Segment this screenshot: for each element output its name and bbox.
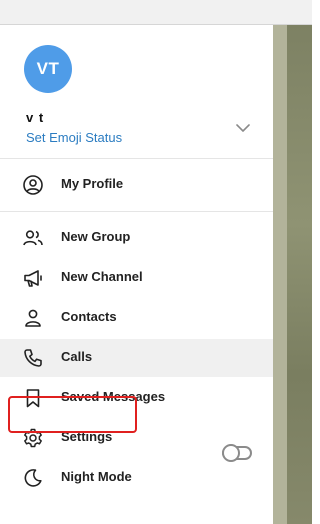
megaphone-icon (22, 267, 44, 289)
phone-icon (22, 347, 44, 369)
menu-item-night-mode[interactable]: Night Mode (0, 459, 273, 497)
group-icon (22, 227, 44, 249)
menu-item-new-group[interactable]: New Group (0, 219, 273, 257)
menu-item-label: Night Mode (61, 469, 132, 484)
menu-item-label: Contacts (61, 309, 117, 324)
toggle-knob (222, 444, 240, 462)
person-icon (22, 307, 44, 329)
menu-item-label: My Profile (61, 176, 124, 191)
side-menu-drawer: VT v t Set Emoji Status My Profile New G… (0, 25, 273, 524)
profile-circle-icon (22, 174, 44, 196)
menu-item-label: New Channel (61, 269, 143, 284)
moon-icon (22, 467, 44, 489)
chevron-down-icon[interactable] (234, 121, 252, 133)
menu-item-calls[interactable]: Calls (0, 339, 273, 377)
menu-item-label: Calls (61, 349, 93, 364)
night-mode-toggle[interactable] (222, 444, 252, 462)
menu-item-label: New Group (61, 229, 131, 244)
menu-item-contacts[interactable]: Contacts (0, 299, 273, 337)
user-name: v t (26, 110, 45, 125)
chat-background (273, 25, 312, 524)
divider (0, 158, 273, 159)
menu-item-my-profile[interactable]: My Profile (0, 166, 273, 204)
window-titlebar (0, 0, 312, 25)
settings-highlight-box (8, 396, 137, 433)
divider (0, 211, 273, 212)
avatar[interactable]: VT (24, 45, 72, 93)
set-emoji-status-link[interactable]: Set Emoji Status (26, 130, 122, 145)
menu-item-new-channel[interactable]: New Channel (0, 259, 273, 297)
